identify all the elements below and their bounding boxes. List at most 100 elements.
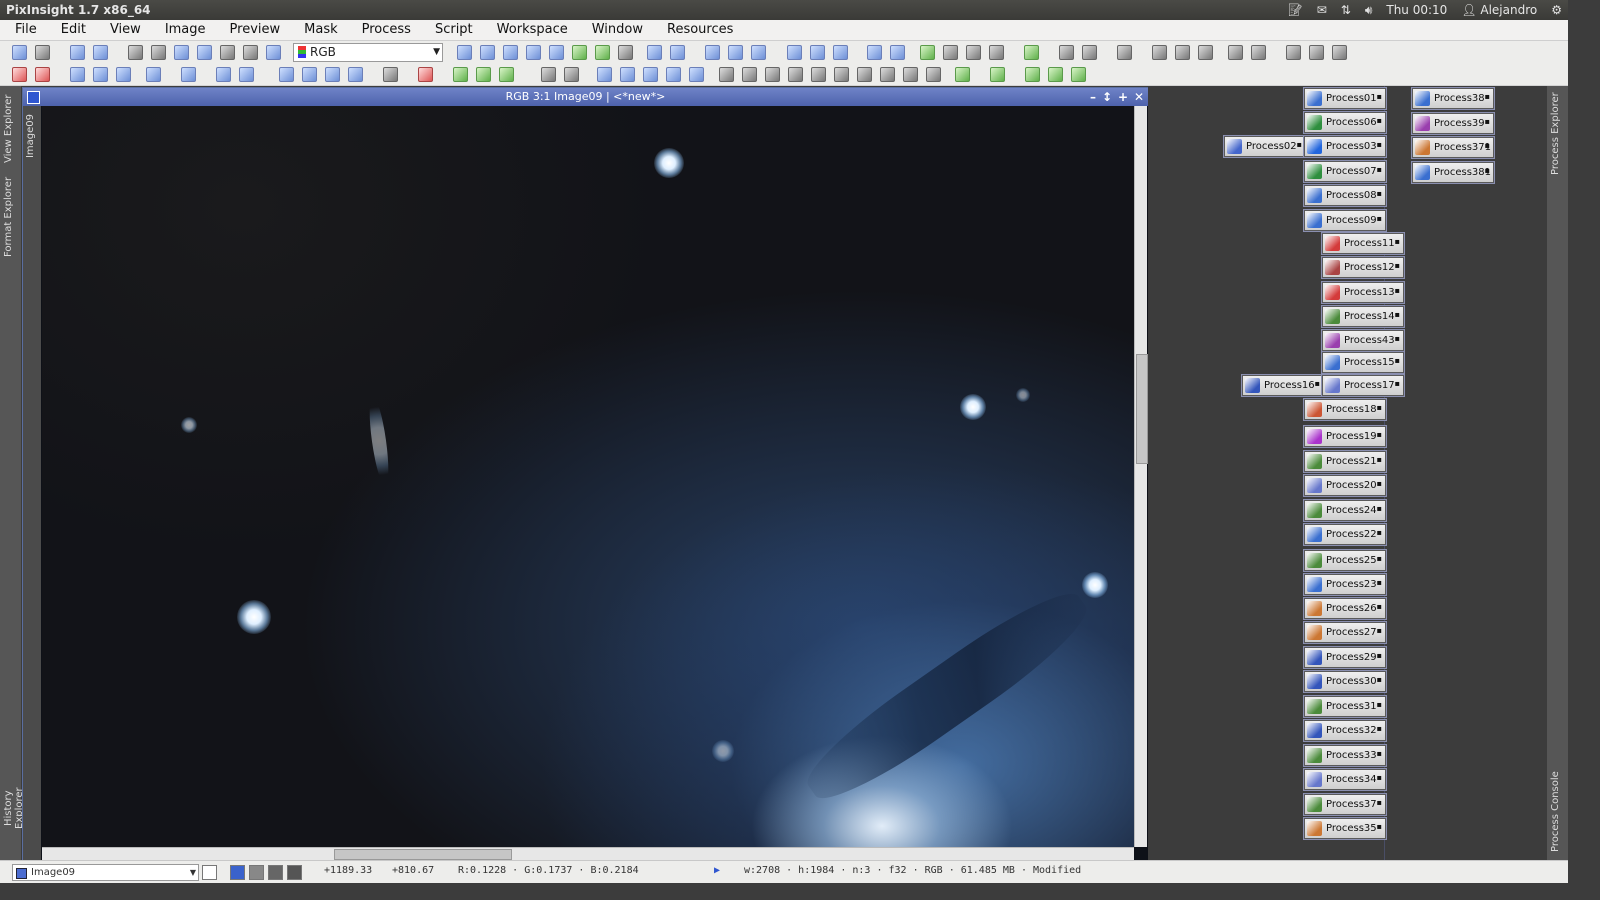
channel-icon[interactable] xyxy=(243,45,258,60)
zoom-icon[interactable] xyxy=(728,45,743,60)
process-icon-process07[interactable]: Process07 ▪ xyxy=(1304,161,1386,182)
expand-icon[interactable]: ▪ xyxy=(1377,597,1382,616)
preview-icon[interactable] xyxy=(943,45,958,60)
process-icon-process16[interactable]: Process16 ▪ xyxy=(1242,375,1324,396)
pointer-icon[interactable] xyxy=(618,45,633,60)
image-canvas[interactable] xyxy=(42,106,1134,847)
tab-format-explorer[interactable]: Format Explorer xyxy=(3,174,17,260)
preview-icon[interactable] xyxy=(920,45,935,60)
display-icon[interactable] xyxy=(765,67,780,82)
open-icon[interactable] xyxy=(93,45,108,60)
process-icon-process22[interactable]: Process22 ▪ xyxy=(1304,524,1386,545)
window-icon[interactable] xyxy=(890,45,905,60)
expand-icon[interactable]: ▪ xyxy=(1395,281,1400,300)
expand-icon[interactable]: ▪ xyxy=(1395,305,1400,324)
process-icon[interactable] xyxy=(1198,45,1213,60)
process-icon-process23[interactable]: Process23 ▪ xyxy=(1304,574,1386,595)
process-icon-process37[interactable]: Process37 ▪ xyxy=(1304,794,1386,815)
layer-icon[interactable] xyxy=(1025,67,1040,82)
menu-view[interactable]: View xyxy=(98,20,153,40)
process-icon-process11[interactable]: Process11 ▪ xyxy=(1322,233,1404,254)
process-icon-process06[interactable]: Process06 ▪ xyxy=(1304,112,1386,133)
rotate-icon[interactable] xyxy=(597,67,612,82)
tool-icon[interactable] xyxy=(239,67,254,82)
zoom-icon[interactable] xyxy=(572,45,587,60)
process-icon-process08[interactable]: Process08 ▪ xyxy=(1304,185,1386,206)
notes-icon[interactable]: 📝︎ xyxy=(1287,0,1302,20)
expand-icon[interactable]: ▪ xyxy=(1485,112,1490,131)
process-icon[interactable] xyxy=(1251,45,1266,60)
mask-icon[interactable] xyxy=(1024,45,1039,60)
expand-icon[interactable]: ▪ xyxy=(1485,136,1490,155)
mail-icon[interactable]: ✉ xyxy=(1317,0,1327,20)
menu-workspace[interactable]: Workspace xyxy=(485,20,580,40)
script-icon[interactable] xyxy=(1332,45,1347,60)
process-icon-process13[interactable]: Process13 ▪ xyxy=(1322,282,1404,303)
expand-icon[interactable]: ▪ xyxy=(1485,161,1490,180)
tool-icon[interactable] xyxy=(453,67,468,82)
tool-icon[interactable] xyxy=(348,67,363,82)
expand-icon[interactable]: ▪ xyxy=(1377,744,1382,763)
zoom-icon[interactable] xyxy=(595,45,610,60)
window-icon[interactable] xyxy=(787,45,802,60)
preview-icon[interactable] xyxy=(989,45,1004,60)
redo-icon[interactable] xyxy=(35,45,50,60)
display-icon[interactable] xyxy=(811,67,826,82)
expand-icon[interactable]: ▪ xyxy=(1377,160,1382,179)
menu-script[interactable]: Script xyxy=(423,20,485,40)
expand-icon[interactable]: ▪ xyxy=(1377,768,1382,787)
script-icon[interactable] xyxy=(1309,45,1324,60)
process-icon-process09[interactable]: Process09 ▪ xyxy=(1304,210,1386,231)
tool-icon[interactable] xyxy=(35,67,50,82)
channel-icon[interactable] xyxy=(220,45,235,60)
layer-icon[interactable] xyxy=(955,67,970,82)
process-icon-process02[interactable]: Process02 ▪ xyxy=(1224,136,1306,157)
volume-icon[interactable]: 🔊︎ xyxy=(1365,0,1373,20)
preview-icon[interactable] xyxy=(966,45,981,60)
zoom-fit-icon[interactable] xyxy=(503,45,518,60)
expand-icon[interactable]: ▪ xyxy=(1395,256,1400,275)
menu-resources[interactable]: Resources xyxy=(655,20,745,40)
menu-file[interactable]: File xyxy=(3,20,49,40)
process-icon-process19[interactable]: Process19 ▪ xyxy=(1304,426,1386,447)
color-mode-select[interactable]: RGB ▼ xyxy=(293,43,443,62)
process-icon-process371[interactable]: Process371 ▪ xyxy=(1412,137,1494,158)
process-icon-process25[interactable]: Process25 ▪ xyxy=(1304,550,1386,571)
channel-b-button[interactable] xyxy=(287,865,302,880)
tab-process-explorer[interactable]: Process Explorer xyxy=(1550,92,1564,176)
tool-icon[interactable] xyxy=(216,67,231,82)
zoom-fit-icon[interactable] xyxy=(549,45,564,60)
tool-icon[interactable] xyxy=(70,67,85,82)
tool-icon[interactable] xyxy=(564,67,579,82)
user-menu[interactable]: 👤︎ Alejandro xyxy=(1461,0,1537,20)
process-icon-process20[interactable]: Process20 ▪ xyxy=(1304,475,1386,496)
vertical-scrollbar[interactable] xyxy=(1134,106,1148,847)
channel-rgb-button[interactable] xyxy=(230,865,245,880)
expand-icon[interactable]: ▪ xyxy=(1395,351,1400,370)
display-icon[interactable] xyxy=(903,67,918,82)
expand-icon[interactable]: ▪ xyxy=(1377,450,1382,469)
undo-icon[interactable] xyxy=(12,45,27,60)
expand-icon[interactable]: ▪ xyxy=(1377,425,1382,444)
menu-preview[interactable]: Preview xyxy=(218,20,293,40)
process-icon[interactable] xyxy=(1175,45,1190,60)
expand-icon[interactable]: ▪ xyxy=(1485,87,1490,106)
expand-icon[interactable]: ▪ xyxy=(1377,111,1382,130)
process-icon[interactable] xyxy=(1228,45,1243,60)
horizontal-scrollbar[interactable] xyxy=(42,847,1134,860)
expand-icon[interactable]: ▪ xyxy=(1395,329,1400,348)
zoom-fit-icon[interactable] xyxy=(526,45,541,60)
tool-icon[interactable] xyxy=(181,67,196,82)
layer-icon[interactable] xyxy=(990,67,1005,82)
process-icon-process03[interactable]: Process03 ▪ xyxy=(1304,136,1386,157)
zoom-fit-icon[interactable] xyxy=(480,45,495,60)
process-icon-process15[interactable]: Process15 ▪ xyxy=(1322,352,1404,373)
network-icon[interactable]: ⇅ xyxy=(1341,0,1351,20)
display-icon[interactable] xyxy=(788,67,803,82)
process-icon[interactable] xyxy=(1152,45,1167,60)
horizontal-scroll-thumb[interactable] xyxy=(334,849,512,860)
play-icon[interactable]: ▶ xyxy=(714,865,720,876)
expand-icon[interactable]: ▪ xyxy=(1297,135,1302,154)
view-selector[interactable]: Image09 ▼ xyxy=(12,864,199,881)
window-icon[interactable] xyxy=(867,45,882,60)
